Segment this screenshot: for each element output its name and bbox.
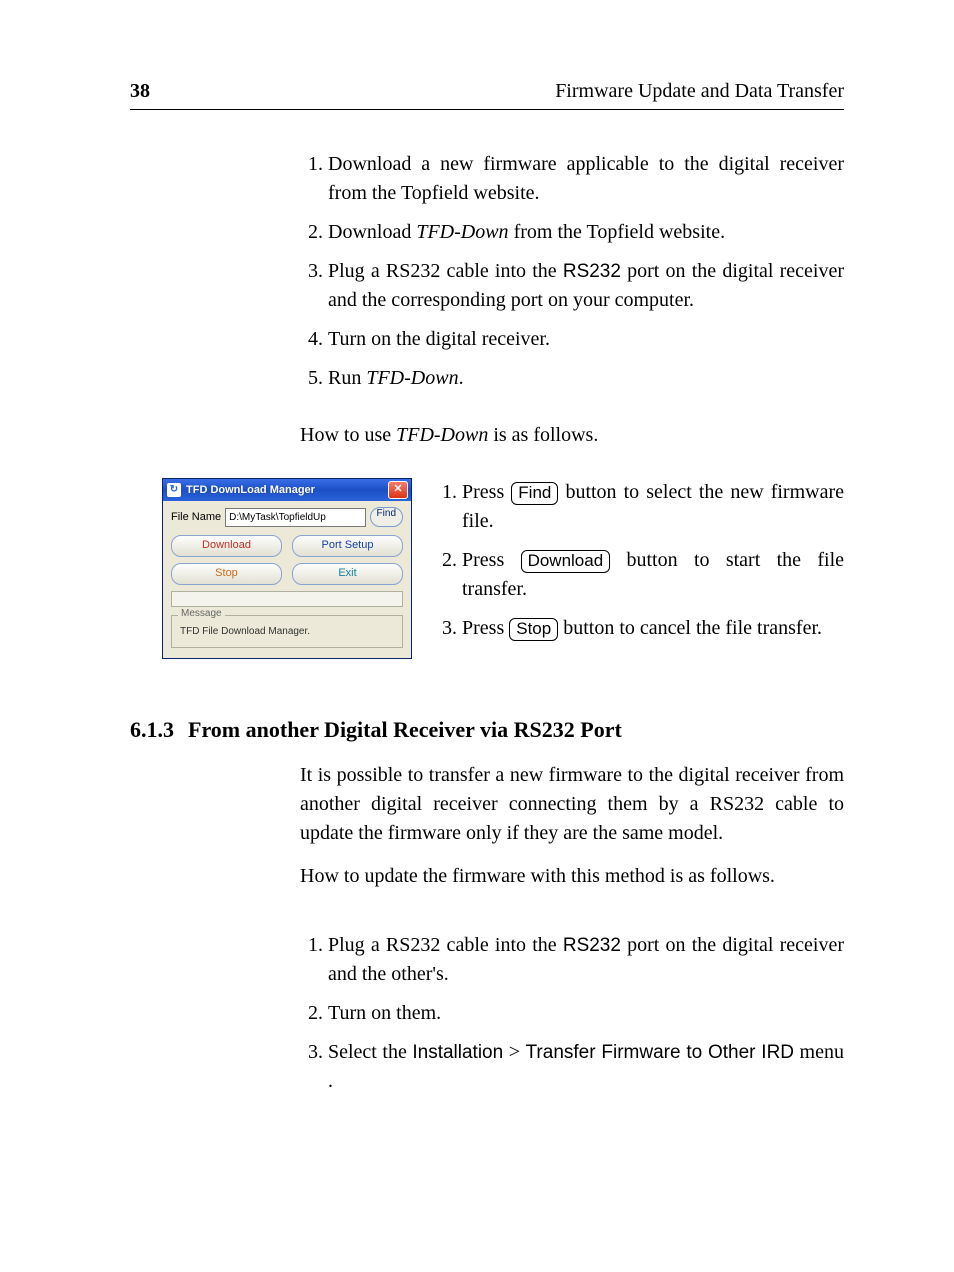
- steps-c: Plug a RS232 cable into the RS232 port o…: [300, 931, 844, 1096]
- filename-input[interactable]: D:\MyTask\TopfieldUp: [225, 508, 365, 527]
- steps-b: Press Find button to select the new firm…: [434, 478, 844, 643]
- app-name: TFD-Down: [416, 221, 508, 243]
- body-block-613: It is possible to transfer a new firmwar…: [300, 761, 844, 1096]
- page: 38 Firmware Update and Data Transfer Dow…: [0, 0, 954, 1204]
- screenshot-figure: ↻ TFD DownLoad Manager ✕ File Name D:\My…: [162, 478, 412, 659]
- stop-button[interactable]: Stop: [171, 563, 282, 585]
- steps-a: Download a new firmware applicable to th…: [300, 150, 844, 393]
- text: Plug a RS232 cable into the: [328, 934, 563, 956]
- list-item: Download TFD-Down from the Topfield webs…: [328, 218, 844, 247]
- menu-path: Transfer Firmware to Other IRD: [526, 1042, 795, 1063]
- filename-row: File Name D:\MyTask\TopfieldUp Find: [171, 507, 403, 527]
- text: Turn on them.: [328, 1002, 441, 1024]
- text: Select the: [328, 1041, 412, 1063]
- list-item: Press Download button to start the file …: [462, 546, 844, 604]
- download-key: Download: [521, 550, 611, 573]
- list-item: Download a new firmware applicable to th…: [328, 150, 844, 208]
- section-heading-613: 6.1.3 From another Digital Receiver via R…: [130, 717, 844, 743]
- button-row-2: Stop Exit: [171, 563, 403, 585]
- figure-with-steps: ↻ TFD DownLoad Manager ✕ File Name D:\My…: [130, 478, 844, 671]
- find-key: Find: [511, 482, 558, 505]
- list-item: Turn on the digital receiver.: [328, 325, 844, 354]
- list-item: Run TFD-Down.: [328, 364, 844, 393]
- port-name: RS232: [563, 261, 621, 282]
- close-icon[interactable]: ✕: [388, 481, 408, 499]
- list-item: Plug a RS232 cable into the RS232 port o…: [328, 257, 844, 315]
- message-text: TFD File Download Manager.: [180, 626, 394, 637]
- menu-path: Installation: [412, 1042, 503, 1063]
- section-number: 6.1.3: [130, 717, 174, 742]
- text: Download a new firmware applicable to th…: [328, 153, 844, 204]
- text: Plug a RS232 cable into the: [328, 260, 563, 282]
- paragraph: It is possible to transfer a new firmwar…: [300, 761, 844, 848]
- howto-tfd-paragraph: How to use TFD-Down is as follows.: [300, 421, 844, 450]
- text: .: [459, 367, 464, 389]
- text: How to use: [300, 424, 396, 446]
- stop-key: Stop: [509, 618, 558, 641]
- client-area: File Name D:\MyTask\TopfieldUp Find Down…: [163, 501, 411, 658]
- steps-b-col: Press Find button to select the new firm…: [434, 478, 844, 671]
- text: Turn on the digital receiver.: [328, 328, 550, 350]
- page-number: 38: [130, 80, 150, 103]
- list-item: Plug a RS232 cable into the RS232 port o…: [328, 931, 844, 989]
- list-item: Press Stop button to cancel the file tra…: [462, 614, 844, 643]
- body-block-1: Download a new firmware applicable to th…: [300, 150, 844, 450]
- text: Press: [462, 617, 509, 639]
- message-group: Message TFD File Download Manager.: [171, 615, 403, 648]
- page-header: 38 Firmware Update and Data Transfer: [130, 80, 844, 110]
- text: >: [503, 1041, 525, 1063]
- text: from the Topfield website.: [509, 221, 726, 243]
- text: Download: [328, 221, 416, 243]
- tfd-window: ↻ TFD DownLoad Manager ✕ File Name D:\My…: [162, 478, 412, 659]
- find-button[interactable]: Find: [370, 507, 403, 527]
- titlebar: ↻ TFD DownLoad Manager ✕: [163, 479, 411, 501]
- text: is as follows.: [488, 424, 598, 446]
- app-name: TFD-Down: [396, 424, 488, 446]
- window-title: TFD DownLoad Manager: [186, 484, 388, 496]
- portsetup-button[interactable]: Port Setup: [292, 535, 403, 557]
- list-item: Turn on them.: [328, 999, 844, 1028]
- app-icon: ↻: [167, 483, 181, 497]
- message-label: Message: [178, 608, 225, 619]
- port-name: RS232: [563, 935, 621, 956]
- text: Run: [328, 367, 366, 389]
- app-name: TFD-Down: [366, 367, 458, 389]
- download-button[interactable]: Download: [171, 535, 282, 557]
- exit-button[interactable]: Exit: [292, 563, 403, 585]
- filename-label: File Name: [171, 511, 221, 523]
- progress-bar: [171, 591, 403, 607]
- text: Press: [462, 549, 521, 571]
- paragraph: How to update the firmware with this met…: [300, 862, 844, 891]
- running-head: Firmware Update and Data Transfer: [555, 80, 844, 103]
- section-title: From another Digital Receiver via RS232 …: [188, 717, 622, 742]
- list-item: Press Find button to select the new firm…: [462, 478, 844, 536]
- list-item: Select the Installation > Transfer Firmw…: [328, 1038, 844, 1096]
- text: button to cancel the file transfer.: [558, 617, 822, 639]
- button-row-1: Download Port Setup: [171, 535, 403, 557]
- text: Press: [462, 481, 511, 503]
